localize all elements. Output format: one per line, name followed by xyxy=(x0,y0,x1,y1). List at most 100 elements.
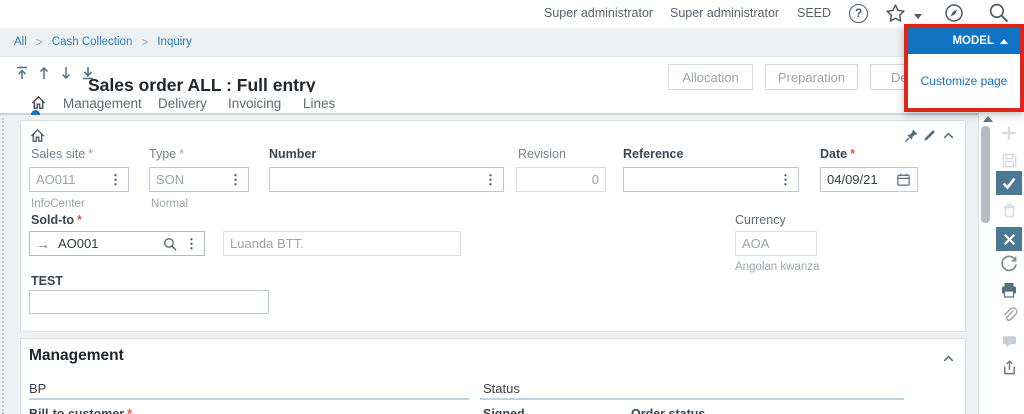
number-lookup-icon[interactable]: ⋮ xyxy=(480,175,497,185)
sales-site-value: AO011 xyxy=(36,172,105,187)
sales-site-required: * xyxy=(88,147,93,161)
test-label: TEST xyxy=(31,274,63,288)
first-record-icon[interactable] xyxy=(14,65,30,81)
sales-site-input[interactable]: AO011 ⋮ xyxy=(29,167,129,192)
reference-input[interactable]: ⋮ xyxy=(623,167,799,192)
reference-lookup-icon[interactable]: ⋮ xyxy=(775,175,792,185)
search-icon[interactable] xyxy=(988,2,1009,23)
menu-item-customize-page[interactable]: Customize page xyxy=(921,74,1008,88)
model-menu: Customize page xyxy=(908,54,1020,108)
signed-label: Signed xyxy=(483,407,525,414)
tab-delivery[interactable]: Delivery xyxy=(158,96,207,111)
currency-label: Currency xyxy=(735,213,786,227)
sold-to-required: * xyxy=(77,213,82,227)
compass-icon[interactable] xyxy=(944,3,964,23)
collapse-panel-icon[interactable] xyxy=(941,128,956,143)
date-label: Date* xyxy=(820,147,855,161)
sold-to-value: AO001 xyxy=(58,236,163,251)
type-value: SON xyxy=(156,172,225,187)
delete-button[interactable] xyxy=(996,198,1022,222)
type-input[interactable]: SON ⋮ xyxy=(149,167,249,192)
right-toolbar xyxy=(978,108,1024,414)
edit-pencil-icon[interactable] xyxy=(922,128,937,143)
title-bar: Sales order ALL : Full entry Allocation … xyxy=(0,57,1024,93)
order-status-label: Order status xyxy=(631,407,705,414)
sold-to-name-field: Luanda BTT. xyxy=(223,231,461,256)
save-button[interactable] xyxy=(996,148,1022,172)
scrollbar-thumb[interactable] xyxy=(981,126,990,223)
next-record-icon[interactable] xyxy=(58,65,74,81)
favorites-caret-icon[interactable] xyxy=(914,14,922,19)
sold-to-input[interactable]: → AO001 ⋮ xyxy=(29,231,205,256)
scroll-up-icon[interactable] xyxy=(983,116,993,122)
number-input[interactable]: ⋮ xyxy=(269,167,504,192)
model-caret-up-icon xyxy=(1000,39,1008,44)
model-button-label: MODEL xyxy=(952,35,994,47)
menu-user-role[interactable]: Super administrator xyxy=(544,6,653,20)
add-button[interactable] xyxy=(996,121,1022,145)
app-window: Super administrator Super administrator … xyxy=(0,0,1024,414)
bill-to-customer-required: * xyxy=(127,407,132,414)
pin-icon[interactable] xyxy=(904,128,919,143)
content-area: Sales site* Type* Number Revision Refere… xyxy=(0,115,978,414)
sales-site-lookup-icon[interactable]: ⋮ xyxy=(105,175,122,185)
breadcrumb-separator: > xyxy=(36,35,43,49)
management-heading: Management xyxy=(29,347,124,365)
type-lookup-icon[interactable]: ⋮ xyxy=(225,175,242,185)
date-required: * xyxy=(850,147,855,161)
tab-management[interactable]: Management xyxy=(63,96,142,111)
test-input[interactable] xyxy=(29,290,269,314)
confirm-button[interactable] xyxy=(996,171,1022,195)
export-button[interactable] xyxy=(996,355,1022,379)
revision-label: Revision xyxy=(518,147,566,161)
favorites-star-icon[interactable] xyxy=(885,3,906,24)
breadcrumb-item-inquiry[interactable]: Inquiry xyxy=(157,36,192,48)
refresh-button[interactable] xyxy=(996,252,1022,276)
sales-site-label-text: Sales site xyxy=(31,147,85,161)
section-home-icon[interactable] xyxy=(29,127,46,144)
menu-endpoint[interactable]: SEED xyxy=(797,6,831,20)
currency-input: AOA xyxy=(735,231,817,256)
sales-site-label: Sales site* xyxy=(31,147,93,161)
tab-lines[interactable]: Lines xyxy=(303,96,335,111)
bill-to-customer-label: Bill-to customer* xyxy=(29,407,132,414)
help-icon[interactable]: ? xyxy=(849,4,868,23)
breadcrumb-item-cash-collection[interactable]: Cash Collection xyxy=(52,36,133,48)
type-required: * xyxy=(179,147,184,161)
sold-to-search-icon[interactable] xyxy=(163,237,177,251)
model-button[interactable]: MODEL xyxy=(908,28,1020,54)
sold-to-label-text: Sold-to xyxy=(31,213,74,227)
number-label: Number xyxy=(269,147,316,161)
management-panel: Management BP Status Bill-to customer* S… xyxy=(20,338,966,414)
preparation-button[interactable]: Preparation xyxy=(765,64,858,90)
record-navigation xyxy=(14,65,96,81)
bp-section-title: BP xyxy=(29,381,46,396)
date-label-text: Date xyxy=(820,147,847,161)
cancel-button[interactable] xyxy=(996,227,1022,251)
status-section-title: Status xyxy=(483,381,520,396)
attachment-button[interactable] xyxy=(996,303,1022,327)
topbar: Super administrator Super administrator … xyxy=(0,0,1024,28)
date-input[interactable]: 04/09/21 xyxy=(820,167,918,192)
calendar-icon[interactable] xyxy=(896,172,911,187)
type-label: Type* xyxy=(149,147,184,161)
breadcrumb-item-all[interactable]: All xyxy=(14,36,27,48)
currency-value: AOA xyxy=(742,236,810,251)
bill-to-customer-label-text: Bill-to customer xyxy=(29,407,124,414)
allocation-button[interactable]: Allocation xyxy=(668,64,753,90)
previous-record-icon[interactable] xyxy=(36,65,52,81)
tab-home-icon[interactable] xyxy=(30,94,47,111)
model-popup-highlight: MODEL Customize page xyxy=(904,24,1024,112)
currency-helper: Angolan kwanza xyxy=(735,261,819,273)
type-helper: Normal xyxy=(151,198,188,210)
collapse-management-icon[interactable] xyxy=(941,351,956,366)
left-panel-handle[interactable] xyxy=(2,118,4,414)
sold-to-lookup-icon[interactable]: ⋮ xyxy=(181,239,198,249)
menu-user-name[interactable]: Super administrator xyxy=(670,6,779,20)
tab-invoicing[interactable]: Invoicing xyxy=(228,96,281,111)
jump-to-record-icon[interactable]: → xyxy=(36,236,50,252)
reference-label: Reference xyxy=(623,147,683,161)
print-button[interactable] xyxy=(996,278,1022,302)
date-value: 04/09/21 xyxy=(827,172,896,187)
comment-button[interactable] xyxy=(996,329,1022,353)
